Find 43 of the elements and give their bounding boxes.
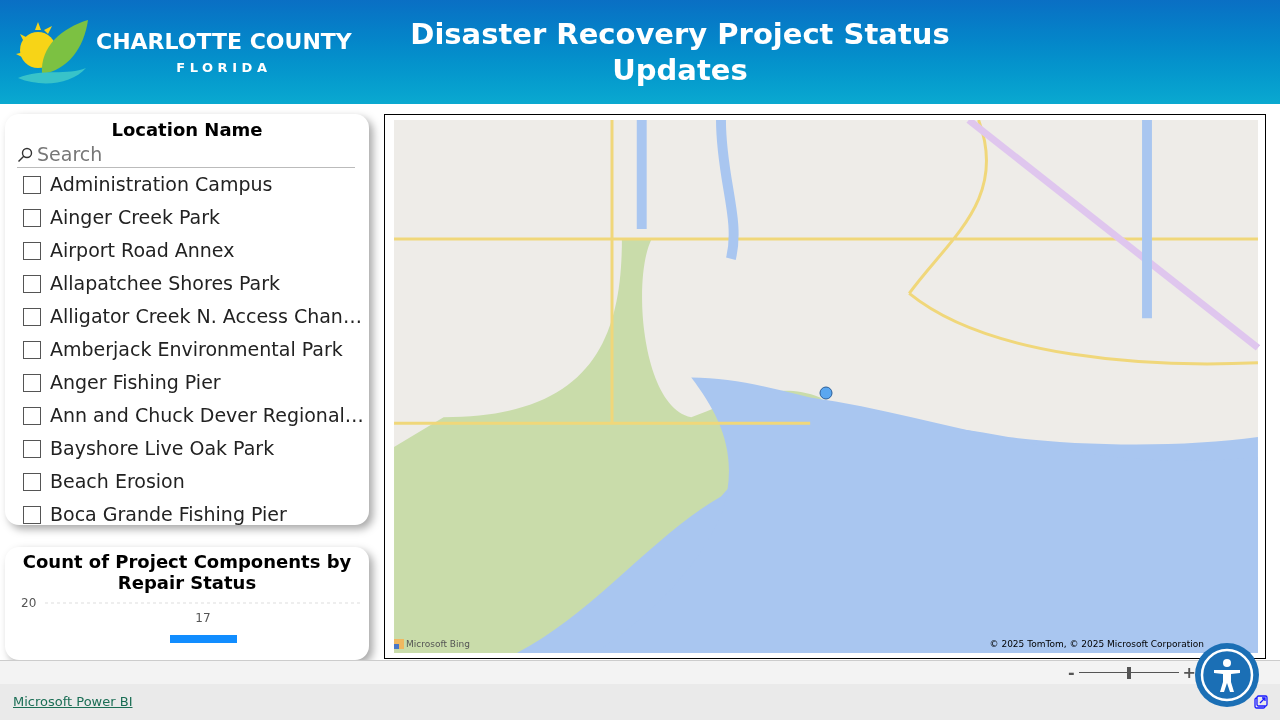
search-field[interactable]: Search <box>37 140 355 169</box>
checkbox[interactable] <box>23 505 41 524</box>
location-option[interactable]: Administration Campus <box>15 168 364 201</box>
checkbox[interactable] <box>23 208 41 227</box>
zoom-slider[interactable] <box>1078 666 1179 679</box>
slicer-title: Location Name <box>110 118 264 142</box>
checkbox[interactable] <box>23 175 41 194</box>
location-option[interactable]: Allapatchee Shores Park <box>15 267 364 300</box>
location-option[interactable]: Alligator Creek N. Access Chan… <box>15 300 364 333</box>
location-option[interactable]: Ainger Creek Park <box>15 201 364 234</box>
map-attribution: © 2025 TomTom, © 2025 Microsoft Corporation <box>989 637 1204 651</box>
accessibility-icon <box>1200 648 1254 702</box>
bar[interactable] <box>170 634 237 643</box>
state-name: FLORIDA <box>176 59 272 76</box>
location-option[interactable]: Anger Fishing Pier <box>15 366 364 399</box>
power-bi-link[interactable]: Microsoft Power BI <box>13 692 133 712</box>
checkbox[interactable] <box>23 307 41 326</box>
checkbox[interactable] <box>23 472 41 491</box>
location-marker-icon[interactable] <box>819 386 833 400</box>
location-option[interactable]: Ann and Chuck Dever Regional… <box>15 399 364 432</box>
checkbox[interactable] <box>23 340 41 359</box>
checkbox[interactable] <box>23 241 41 260</box>
location-option[interactable]: Boca Grande Fishing Pier <box>15 498 364 525</box>
zoom-in-button[interactable]: + <box>1182 664 1196 681</box>
checkbox[interactable] <box>23 274 41 293</box>
zoom-slider-thumb[interactable] <box>1126 666 1131 679</box>
checkbox[interactable] <box>23 373 41 392</box>
location-option[interactable]: Airport Road Annex <box>15 234 364 267</box>
search-icon <box>17 146 33 163</box>
gridline-label: 20 <box>21 595 37 610</box>
report-title: Disaster Recovery Project Status Updates <box>409 16 951 88</box>
checkbox[interactable] <box>23 406 41 425</box>
chart-title: Count of Project Components by Repair Status <box>21 549 353 593</box>
location-option[interactable]: Amberjack Environmental Park <box>15 333 364 366</box>
location-option[interactable]: Beach Erosion <box>15 465 364 498</box>
checkbox[interactable] <box>23 439 41 458</box>
zoom-out-button[interactable]: - <box>1067 664 1075 681</box>
bing-logo-icon <box>394 639 404 650</box>
county-name: CHARLOTTE COUNTY <box>96 28 352 56</box>
data-label: 17 <box>195 610 211 625</box>
popout-icon[interactable] <box>1254 695 1268 709</box>
map-provider-label: Microsoft Bing <box>406 637 470 651</box>
location-option[interactable]: Bayshore Live Oak Park <box>15 432 364 465</box>
